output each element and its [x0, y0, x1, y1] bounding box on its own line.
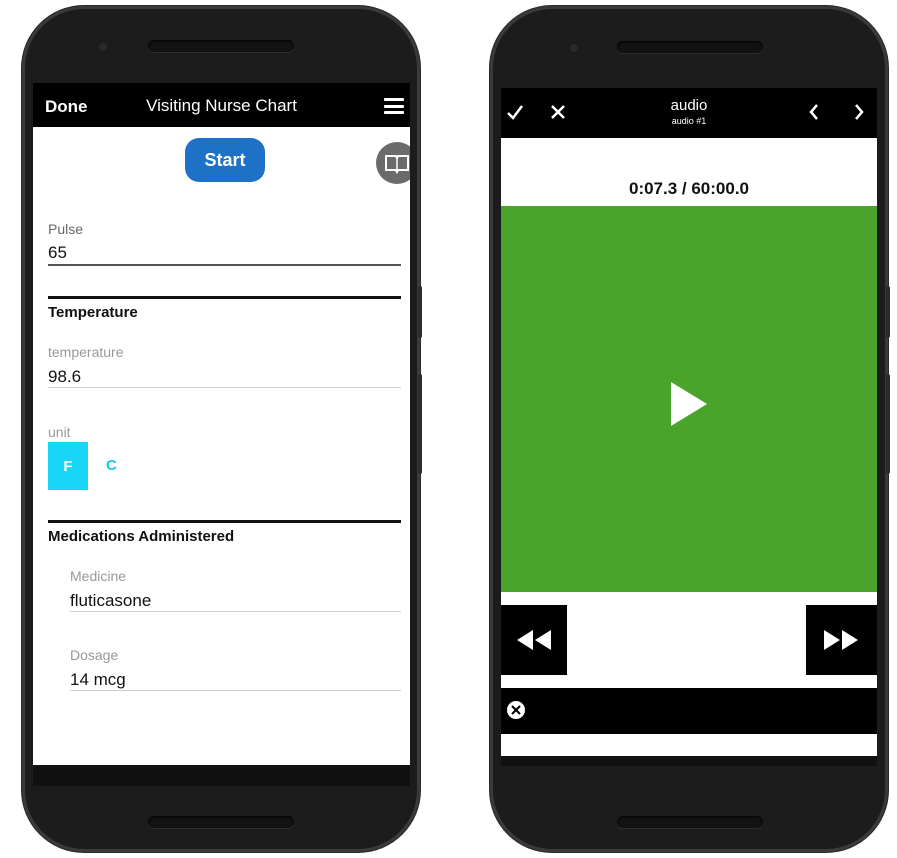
audio-top-bar: audio audio #1 — [501, 88, 877, 138]
temperature-underline — [48, 387, 401, 388]
chevron-right-icon[interactable] — [851, 102, 867, 122]
clear-bar — [501, 688, 877, 734]
page-title: Visiting Nurse Chart — [146, 96, 297, 115]
medications-divider — [48, 520, 401, 523]
audio-player[interactable] — [501, 206, 877, 592]
open-book-icon[interactable] — [376, 142, 410, 184]
unit-label: unit — [48, 424, 71, 440]
temperature-section-title: Temperature — [48, 304, 138, 321]
pulse-underline — [48, 264, 401, 266]
pulse-label: Pulse — [48, 221, 84, 237]
playback-timer: 0:07.3 / 60:00.0 — [628, 179, 750, 198]
top-speaker — [148, 40, 294, 52]
left-phone: Done Visiting Nurse Chart Start Pulse 65… — [22, 6, 420, 852]
front-camera — [570, 44, 578, 52]
fast-forward-button[interactable] — [806, 605, 877, 675]
temperature-divider — [48, 296, 401, 299]
medicine-underline — [70, 611, 401, 612]
right-phone: audio audio #1 0:07.3 / 60:00.0 — [490, 6, 888, 852]
bottom-bar — [33, 765, 410, 786]
right-phone-volume-button — [886, 374, 890, 474]
dosage-underline — [70, 690, 401, 691]
left-phone-side-button — [418, 286, 422, 338]
medicine-input[interactable]: fluticasone — [70, 591, 151, 611]
fast-forward-icon — [824, 630, 858, 650]
temperature-input[interactable]: 98.6 — [48, 367, 81, 387]
right-phone-side-button — [886, 286, 890, 338]
bottom-speaker — [148, 816, 294, 828]
temperature-label: temperature — [48, 344, 124, 360]
bottom-speaker — [617, 816, 763, 828]
nurse-chart-screen: Done Visiting Nurse Chart Start Pulse 65… — [33, 83, 410, 786]
chevron-left-icon[interactable] — [806, 102, 822, 122]
unit-option-f[interactable]: F — [48, 442, 88, 490]
top-speaker — [617, 41, 763, 53]
rewind-icon — [517, 630, 551, 650]
top-bar: Done Visiting Nurse Chart — [33, 83, 410, 127]
bottom-bar — [501, 756, 877, 766]
dosage-label: Dosage — [70, 647, 119, 663]
front-camera — [99, 43, 107, 51]
audio-screen: audio audio #1 0:07.3 / 60:00.0 — [501, 88, 877, 766]
dosage-input[interactable]: 14 mcg — [70, 670, 126, 690]
pulse-input[interactable]: 65 — [48, 243, 67, 263]
circle-x-icon[interactable] — [506, 700, 526, 720]
left-phone-volume-button — [418, 374, 422, 474]
rewind-button[interactable] — [501, 605, 567, 675]
unit-option-c[interactable]: C — [106, 457, 117, 474]
play-icon[interactable] — [669, 381, 709, 427]
hamburger-menu-icon[interactable] — [384, 98, 404, 114]
medications-section-title: Medications Administered — [48, 528, 235, 545]
medicine-label: Medicine — [70, 568, 127, 584]
start-button[interactable]: Start — [185, 138, 265, 182]
